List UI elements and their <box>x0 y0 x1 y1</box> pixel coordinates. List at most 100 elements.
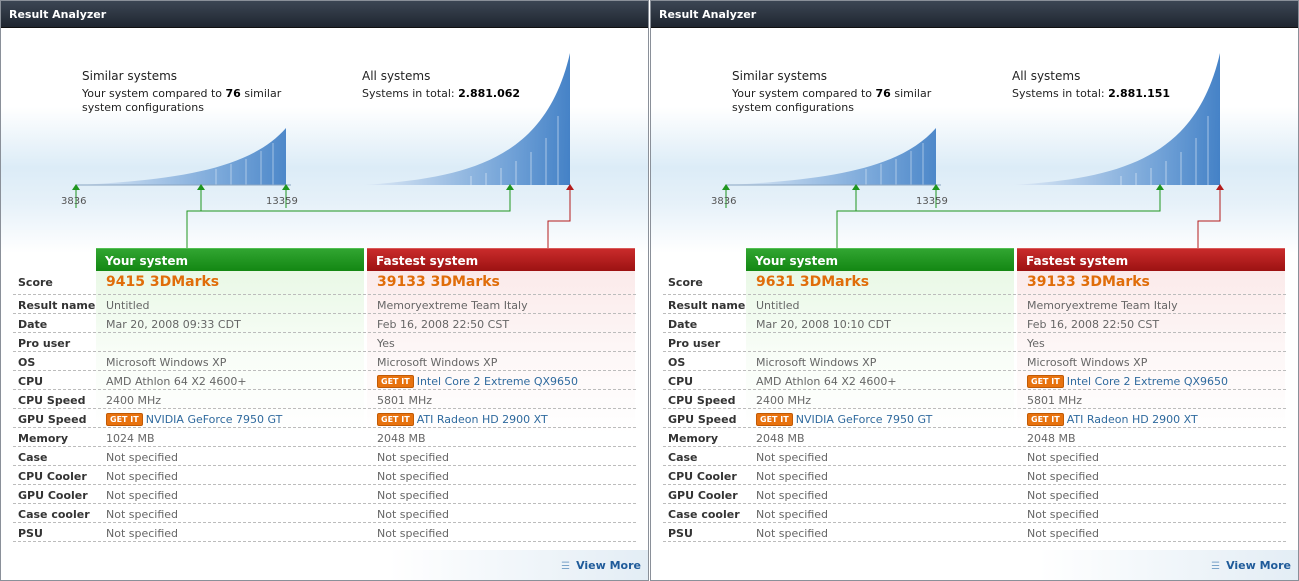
similar-systems-text-line2: system configurations <box>82 101 204 114</box>
table-row-date: Date Mar 20, 2008 10:10 CDT Feb 16, 2008… <box>663 314 1286 333</box>
panel-footer: ☰ View More <box>651 550 1298 580</box>
fastest-score: 39133 3DMarks <box>1027 274 1150 290</box>
get-it-button[interactable]: GET IT <box>377 375 414 388</box>
get-it-button[interactable]: GET IT <box>1027 413 1064 426</box>
fastest-cpu-link[interactable]: Intel Core 2 Extreme QX9650 <box>417 375 578 388</box>
similar-systems-text-line2: system configurations <box>732 101 854 114</box>
your-value: Not specified <box>106 451 179 464</box>
all-systems-text: Systems in total: <box>362 87 459 100</box>
similar-systems-curve <box>76 128 286 185</box>
row-label: Pro user <box>668 337 721 350</box>
table-row-os: OS Microsoft Windows XP Microsoft Window… <box>13 352 636 371</box>
get-it-button[interactable]: GET IT <box>756 413 793 426</box>
your-value: Not specified <box>106 489 179 502</box>
table-row-case: Case Not specified Not specified <box>663 447 1286 466</box>
table-row-cpu: CPU AMD Athlon 64 X2 4600+ GET IT Intel C… <box>663 371 1286 390</box>
your-gpu-link[interactable]: NVIDIA GeForce 7950 GT <box>796 413 933 426</box>
your-value: Not specified <box>756 527 829 540</box>
comparison-table: Score 9631 3DMarks 39133 3DMarks Result … <box>663 271 1286 542</box>
table-row-cpu-cooler: CPU Cooler Not specified Not specified <box>13 466 636 485</box>
your-value: Not specified <box>106 527 179 540</box>
list-icon: ☰ <box>1211 561 1221 572</box>
table-row-case: Case Not specified Not specified <box>13 447 636 466</box>
row-label: CPU Cooler <box>668 470 737 483</box>
your-value: GET IT NVIDIA GeForce 7950 GT <box>106 413 282 426</box>
row-label: Date <box>668 318 698 331</box>
your-value: GET IT NVIDIA GeForce 7950 GT <box>756 413 932 426</box>
fastest-gpu-link[interactable]: ATI Radeon HD 2900 XT <box>1067 413 1198 426</box>
your-value: Mar 20, 2008 10:10 CDT <box>756 318 891 331</box>
fastest-value: Not specified <box>377 470 450 483</box>
marker-lines <box>75 187 571 248</box>
fastest-gpu-link[interactable]: ATI Radeon HD 2900 XT <box>417 413 548 426</box>
row-label: Case cooler <box>18 508 90 521</box>
fastest-value: Not specified <box>1027 489 1100 502</box>
view-more-link[interactable]: ☰ View More <box>561 559 641 572</box>
row-label: Case cooler <box>668 508 740 521</box>
similar-systems-text: Your system compared to <box>732 87 876 100</box>
row-label: Memory <box>668 432 719 445</box>
fastest-value: 5801 MHz <box>1027 394 1083 407</box>
get-it-button[interactable]: GET IT <box>1027 375 1064 388</box>
row-label: PSU <box>668 527 693 540</box>
your-gpu-link[interactable]: NVIDIA GeForce 7950 GT <box>146 413 283 426</box>
table-row-result-name: Result name Untitled Memoryextreme Team … <box>663 295 1286 314</box>
similar-systems-caption: Similar systems Your system compared to … <box>732 69 931 115</box>
panel-title: Result Analyzer <box>659 8 757 21</box>
similar-systems-heading: Similar systems <box>732 69 828 83</box>
result-analyzer-panel: Result Analyzer 3836 13359 Similar syste… <box>0 0 649 581</box>
fastest-value: GET IT ATI Radeon HD 2900 XT <box>1027 413 1198 426</box>
fastest-system-header: Fastest system <box>367 248 635 271</box>
fastest-value: Microsoft Windows XP <box>377 356 498 369</box>
similar-systems-heading: Similar systems <box>82 69 178 83</box>
table-row-gpu-cooler: GPU Cooler Not specified Not specified <box>13 485 636 504</box>
your-value: Mar 20, 2008 09:33 CDT <box>106 318 241 331</box>
row-label: Case <box>668 451 698 464</box>
your-system-header: Your system <box>746 248 1014 271</box>
fastest-value: Memoryextreme Team Italy <box>377 299 528 312</box>
similar-systems-text-suffix: similar <box>890 87 932 100</box>
row-label: Date <box>18 318 48 331</box>
table-row-case-cooler: Case cooler Not specified Not specified <box>663 504 1286 523</box>
fastest-value: GET IT ATI Radeon HD 2900 XT <box>377 413 548 426</box>
get-it-button[interactable]: GET IT <box>106 413 143 426</box>
similar-systems-text-suffix: similar <box>240 87 282 100</box>
panel-footer: ☰ View More <box>1 550 648 580</box>
table-row-memory: Memory 1024 MB 2048 MB <box>13 428 636 447</box>
table-row-memory: Memory 2048 MB 2048 MB <box>663 428 1286 447</box>
table-row-cpu-speed: CPU Speed 2400 MHz 5801 MHz <box>13 390 636 409</box>
distribution-chart <box>722 53 1224 248</box>
fastest-value: Feb 16, 2008 22:50 CST <box>377 318 510 331</box>
range-min-label: 3836 <box>61 196 87 207</box>
your-value: Microsoft Windows XP <box>106 356 227 369</box>
get-it-button[interactable]: GET IT <box>377 413 414 426</box>
your-value: Not specified <box>106 508 179 521</box>
row-label: GPU Cooler <box>18 489 88 502</box>
panel-titlebar: Result Analyzer <box>1 1 648 28</box>
row-label: CPU Speed <box>668 394 736 407</box>
fastest-value: 5801 MHz <box>377 394 433 407</box>
your-value: Untitled <box>106 299 150 312</box>
fastest-value: Not specified <box>1027 508 1100 521</box>
similar-systems-text: Your system compared to <box>82 87 226 100</box>
fastest-score: 39133 3DMarks <box>377 274 500 290</box>
fastest-value: Memoryextreme Team Italy <box>1027 299 1178 312</box>
table-row-cpu: CPU AMD Athlon 64 X2 4600+ GET IT Intel C… <box>13 371 636 390</box>
your-value: 2048 MB <box>756 432 805 445</box>
your-value: Not specified <box>756 508 829 521</box>
fastest-cpu-link[interactable]: Intel Core 2 Extreme QX9650 <box>1067 375 1228 388</box>
row-label: Result name <box>18 299 96 312</box>
row-label: CPU <box>668 375 694 388</box>
range-max-label: 13359 <box>266 196 298 207</box>
your-system-header: Your system <box>96 248 364 271</box>
row-label: Score <box>18 276 53 289</box>
view-more-link[interactable]: ☰ View More <box>1211 559 1291 572</box>
row-label: CPU Speed <box>18 394 86 407</box>
row-label: Case <box>18 451 48 464</box>
row-label: Pro user <box>18 337 71 350</box>
row-label: CPU <box>18 375 44 388</box>
row-label: OS <box>18 356 36 369</box>
fastest-value: Not specified <box>1027 527 1100 540</box>
row-label: GPU Speed <box>668 413 737 426</box>
row-label: GPU Cooler <box>668 489 738 502</box>
